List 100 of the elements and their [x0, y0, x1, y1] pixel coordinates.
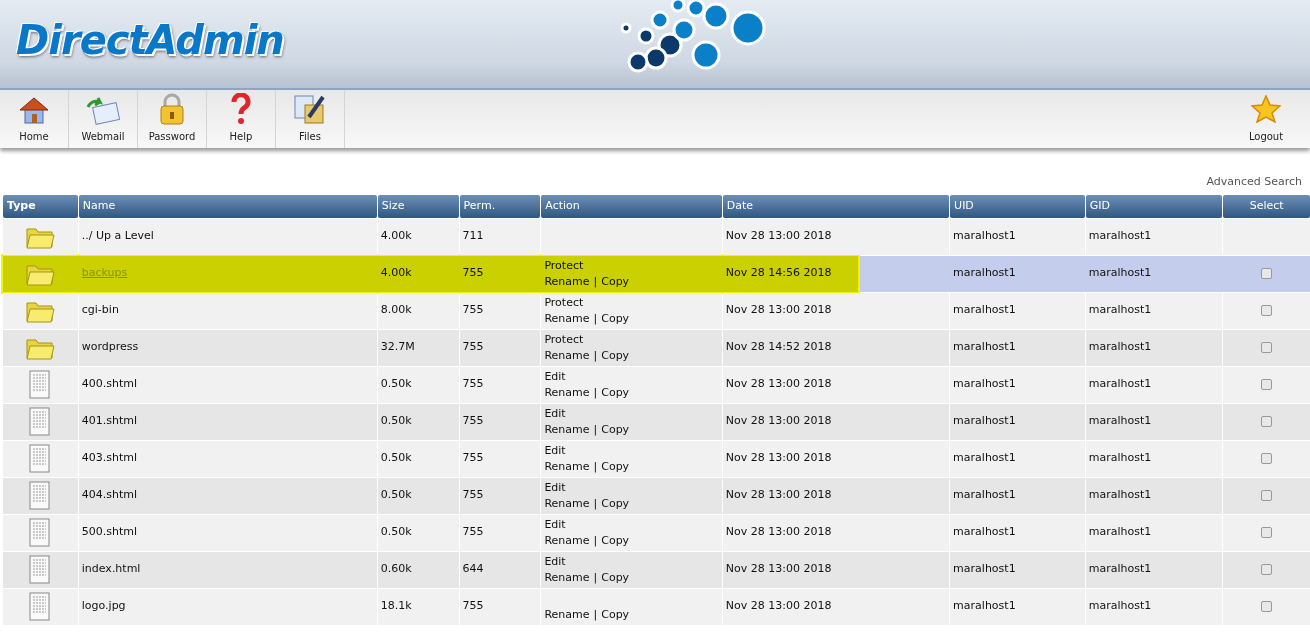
- select-checkbox[interactable]: [1261, 564, 1273, 575]
- logout-button[interactable]: Logout: [1236, 90, 1296, 148]
- gid: maralhost1: [1088, 339, 1152, 356]
- action-link[interactable]: Rename: [544, 421, 590, 438]
- table-row[interactable]: 500.shtml 0.50k 755 Edit Rename | Copy Nov 28 13:00 2018 maralhost1 maralhost1: [3, 514, 1310, 551]
- table-row[interactable]: 401.shtml 0.50k 755 Edit Rename | Copy Nov 28 13:00 2018 maralhost1 maralhost1: [3, 403, 1310, 440]
- select-checkbox[interactable]: [1261, 490, 1273, 501]
- action-link[interactable]: Edit: [544, 516, 566, 533]
- action-link[interactable]: Protect: [544, 331, 584, 348]
- action-link[interactable]: Copy: [601, 421, 630, 438]
- action-link[interactable]: Rename: [544, 384, 590, 401]
- file-name[interactable]: 404.shtml: [81, 487, 138, 504]
- advanced-search-link[interactable]: Advanced Search: [1206, 174, 1302, 191]
- action-link[interactable]: Edit: [544, 553, 566, 570]
- action-link[interactable]: Copy: [601, 606, 630, 623]
- select-checkbox[interactable]: [1261, 601, 1273, 612]
- action-link[interactable]: Rename: [544, 532, 590, 549]
- document-icon: [29, 406, 52, 437]
- action-link[interactable]: Protect: [544, 257, 584, 274]
- action-link[interactable]: Copy: [601, 347, 630, 364]
- select-checkbox[interactable]: [1261, 379, 1273, 390]
- action-link[interactable]: Copy: [601, 310, 630, 327]
- padlock-icon: [159, 93, 185, 125]
- uid: maralhost1: [953, 265, 1016, 282]
- permissions: 644: [462, 561, 484, 578]
- select-checkbox[interactable]: [1261, 342, 1273, 353]
- documents-pen-icon: [293, 93, 327, 125]
- table-row[interactable]: logo.jpg 18.1k 755 Rename | Copy Nov 28 13:00 2018 maralhost1 maralhost1: [3, 588, 1310, 625]
- uid: maralhost1: [953, 302, 1016, 319]
- action-link[interactable]: Rename: [544, 347, 590, 364]
- permissions: 755: [462, 265, 484, 282]
- toolbar-button[interactable]: Password: [138, 90, 207, 148]
- gid: maralhost1: [1088, 413, 1152, 430]
- column-header: Date: [722, 194, 950, 218]
- file-date: Nov 28 13:00 2018: [725, 598, 832, 615]
- document-icon: [29, 517, 52, 548]
- action-link[interactable]: Protect: [544, 294, 584, 311]
- action-link[interactable]: Copy: [601, 532, 630, 549]
- separator: |: [593, 458, 598, 475]
- file-name[interactable]: 403.shtml: [81, 450, 138, 467]
- file-date: Nov 28 13:00 2018: [725, 450, 832, 467]
- separator: |: [593, 273, 598, 290]
- uid: maralhost1: [953, 524, 1016, 541]
- action-link[interactable]: Rename: [544, 273, 590, 290]
- file-date: Nov 28 13:00 2018: [725, 228, 832, 245]
- action-link[interactable]: Edit: [544, 442, 566, 459]
- table-row[interactable]: wordpress 32.7M 755 Protect Rename | Copy Nov 28 14:52 2018 maralhost1 maralhost1: [3, 329, 1310, 366]
- file-name[interactable]: 400.shtml: [81, 376, 138, 393]
- select-checkbox[interactable]: [1261, 268, 1273, 279]
- file-date: Nov 28 14:52 2018: [725, 339, 832, 356]
- house-icon: [18, 95, 50, 125]
- permissions: 755: [462, 598, 484, 615]
- gid: maralhost1: [1088, 561, 1152, 578]
- select-checkbox[interactable]: [1261, 453, 1273, 464]
- toolbar-button[interactable]: Files: [276, 90, 345, 148]
- file-size: 0.50k: [380, 487, 412, 504]
- file-name[interactable]: 500.shtml: [81, 524, 138, 541]
- document-icon: [29, 443, 52, 474]
- table-row[interactable]: cgi-bin 8.00k 755 Protect Rename | Copy Nov 28 13:00 2018 maralhost1 maralhost1: [3, 292, 1310, 329]
- uid: maralhost1: [953, 413, 1016, 430]
- table-row[interactable]: 404.shtml 0.50k 755 Edit Rename | Copy Nov 28 13:00 2018 maralhost1 maralhost1: [3, 477, 1310, 514]
- action-link[interactable]: Rename: [544, 310, 590, 327]
- toolbar-button[interactable]: Help: [207, 90, 276, 148]
- table-row[interactable]: backups 4.00k 755 Protect Rename | Copy Nov 28 14:56 2018 maralhost1 maralhost1: [3, 255, 1310, 292]
- action-link[interactable]: Rename: [544, 495, 590, 512]
- action-link[interactable]: Rename: [544, 458, 590, 475]
- toolbar-button[interactable]: Webmail: [69, 90, 138, 148]
- separator: |: [593, 606, 598, 623]
- file-name[interactable]: index.html: [81, 561, 141, 578]
- action-link[interactable]: Rename: [544, 569, 590, 586]
- select-checkbox[interactable]: [1261, 527, 1273, 538]
- file-name[interactable]: logo.jpg: [81, 598, 126, 615]
- table-row[interactable]: ../ Up a Level 4.00k 711 Nov 28 13:00 2018 maralhost1 maralhost1: [3, 218, 1310, 255]
- file-size: 8.00k: [380, 302, 412, 319]
- select-checkbox[interactable]: [1261, 305, 1273, 316]
- table-row[interactable]: index.html 0.60k 644 Edit Rename | Copy Nov 28 13:00 2018 maralhost1 maralhost1: [3, 551, 1310, 588]
- table-row[interactable]: 403.shtml 0.50k 755 Edit Rename | Copy Nov 28 13:00 2018 maralhost1 maralhost1: [3, 440, 1310, 477]
- file-date: Nov 28 13:00 2018: [725, 413, 832, 430]
- action-link[interactable]: Copy: [601, 384, 630, 401]
- action-link[interactable]: Edit: [544, 368, 566, 385]
- gid: maralhost1: [1088, 228, 1152, 245]
- document-icon: [29, 480, 52, 511]
- file-name[interactable]: cgi-bin: [81, 302, 119, 319]
- action-link[interactable]: Copy: [601, 569, 630, 586]
- action-link[interactable]: Rename: [544, 606, 590, 623]
- file-name[interactable]: 401.shtml: [81, 413, 138, 430]
- file-name[interactable]: wordpress: [81, 339, 139, 356]
- action-link[interactable]: Edit: [544, 479, 566, 496]
- toolbar-button[interactable]: Home: [0, 90, 69, 148]
- action-link[interactable]: Copy: [601, 458, 630, 475]
- gid: maralhost1: [1088, 450, 1152, 467]
- permissions: 755: [462, 376, 484, 393]
- action-link[interactable]: Copy: [601, 495, 630, 512]
- file-name[interactable]: ../ Up a Level: [81, 228, 154, 245]
- action-link[interactable]: Edit: [544, 405, 566, 422]
- select-checkbox[interactable]: [1261, 416, 1273, 427]
- separator: |: [593, 384, 598, 401]
- action-link[interactable]: Copy: [601, 273, 630, 290]
- table-row[interactable]: 400.shtml 0.50k 755 Edit Rename | Copy Nov 28 13:00 2018 maralhost1 maralhost1: [3, 366, 1310, 403]
- permissions: 711: [462, 228, 484, 245]
